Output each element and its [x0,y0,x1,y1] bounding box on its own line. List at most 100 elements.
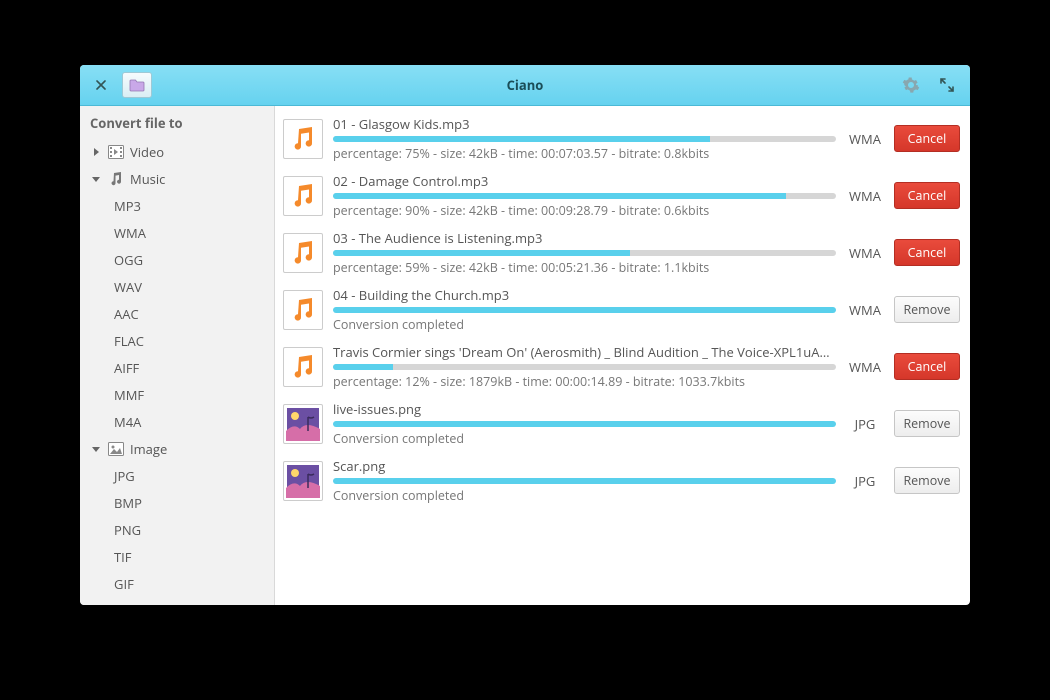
app-title: Ciano [80,76,970,94]
list-item: 02 - Damage Control.mp3 percentage: 90% -… [283,167,960,224]
close-button[interactable] [90,74,112,96]
maximize-button[interactable] [936,74,958,96]
music-note-icon [283,347,323,387]
sidebar-group-label: Image [130,440,167,458]
sidebar-group-label: Video [130,143,164,161]
sidebar-item-label: AIFF [114,359,139,377]
sidebar-item-flac[interactable]: FLAC [86,327,274,354]
sidebar-item-label: MP3 [114,197,141,215]
video-icon [108,144,124,160]
target-format-label: WMA [846,244,884,262]
row-main: live-issues.png Conversion completed [333,400,836,447]
music-note-icon [283,290,323,330]
status-label: percentage: 90% - size: 42kB - time: 00:… [333,202,836,219]
cancel-button[interactable]: Cancel [894,182,960,209]
row-main: 02 - Damage Control.mp3 percentage: 90% -… [333,172,836,219]
image-thumb-icon [283,404,323,444]
remove-button[interactable]: Remove [894,296,960,323]
cancel-button[interactable]: Cancel [894,239,960,266]
chevron-down-icon[interactable] [90,443,102,455]
row-main: Scar.png Conversion completed [333,457,836,504]
music-note-icon [283,233,323,273]
sidebar-group-label: Music [130,170,165,188]
image-icon [108,441,124,457]
sidebar-item-label: FLAC [114,332,144,350]
sidebar-item-aac[interactable]: AAC [86,300,274,327]
sidebar-item-label: TIF [114,548,132,566]
titlebar-actions [900,74,970,96]
sidebar-group-music[interactable]: Music [86,165,274,192]
sidebar-item-bmp[interactable]: BMP [86,489,274,516]
titlebar: Ciano [80,65,970,106]
image-thumb-icon [283,461,323,501]
row-main: 01 - Glasgow Kids.mp3percentage: 75% - s… [333,115,836,162]
sidebar-item-png[interactable]: PNG [86,516,274,543]
status-label: Conversion completed [333,487,836,504]
cancel-button[interactable]: Cancel [894,353,960,380]
sidebar-item-label: AAC [114,305,139,323]
progress-fill [333,307,836,313]
open-folder-button[interactable] [122,72,152,98]
sidebar-item-jpg[interactable]: JPG [86,462,274,489]
list-item: 04 - Building the Church.mp3 Conversion c… [283,281,960,338]
status-label: Conversion completed [333,430,836,447]
progress-bar [333,250,836,256]
chevron-down-icon[interactable] [90,173,102,185]
sidebar-group-video[interactable]: Video [86,138,274,165]
status-label: Conversion completed [333,316,836,333]
progress-bar [333,364,836,370]
sidebar-item-wav[interactable]: WAV [86,273,274,300]
close-icon [96,80,106,90]
cancel-button[interactable]: Cancel [894,125,960,152]
progress-bar [333,136,836,142]
conversion-list: 01 - Glasgow Kids.mp3percentage: 75% - s… [275,106,970,605]
remove-button[interactable]: Remove [894,410,960,437]
row-main: Travis Cormier sings 'Dream On' (Aerosmi… [333,343,836,390]
sidebar-item-mp3[interactable]: MP3 [86,192,274,219]
expand-icon [940,78,954,92]
progress-fill [333,421,836,427]
status-label: percentage: 12% - size: 1879kB - time: 0… [333,373,836,390]
sidebar: Convert file to Video Music MP3 WMA OGG WAV AA… [80,106,275,605]
progress-fill [333,193,786,199]
folder-icon [129,78,145,92]
list-item: 03 - The Audience is Listening.mp3percen… [283,224,960,281]
sidebar-title: Convert file to [86,114,274,138]
sidebar-item-ogg[interactable]: OGG [86,246,274,273]
list-item: Scar.png Conversion completed JPG Remove [283,452,960,509]
sidebar-item-label: OGG [114,251,143,269]
row-main: 03 - The Audience is Listening.mp3percen… [333,229,836,276]
filename-label: Scar.png [333,457,836,475]
sidebar-item-wma[interactable]: WMA [86,219,274,246]
chevron-right-icon[interactable] [90,146,102,158]
sidebar-item-mmf[interactable]: MMF [86,381,274,408]
sidebar-item-label: M4A [114,413,141,431]
filename-label: 02 - Damage Control.mp3 [333,172,836,190]
remove-button[interactable]: Remove [894,467,960,494]
sidebar-item-gif[interactable]: GIF [86,570,274,597]
progress-bar [333,193,836,199]
list-item: live-issues.pngConversion completedJPGRe… [283,395,960,452]
window-body: Convert file to Video Music MP3 WMA OGG WAV AA… [80,106,970,605]
target-format-label: JPG [846,472,884,490]
sidebar-item-aiff[interactable]: AIFF [86,354,274,381]
list-item: 01 - Glasgow Kids.mp3percentage: 75% - s… [283,110,960,167]
sidebar-group-image[interactable]: Image [86,435,274,462]
filename-label: live-issues.png [333,400,836,418]
filename-label: 04 - Building the Church.mp3 [333,286,836,304]
progress-bar [333,478,836,484]
gear-icon [902,76,920,94]
sidebar-item-m4a[interactable]: M4A [86,408,274,435]
sidebar-item-label: JPG [114,467,135,485]
progress-fill [333,364,393,370]
music-icon [108,171,124,187]
filename-label: Travis Cormier sings 'Dream On' (Aerosmi… [333,343,836,361]
sidebar-item-label: WAV [114,278,142,296]
sidebar-item-label: BMP [114,494,142,512]
sidebar-item-tif[interactable]: TIF [86,543,274,570]
filename-label: 01 - Glasgow Kids.mp3 [333,115,836,133]
progress-fill [333,250,630,256]
list-item: Travis Cormier sings 'Dream On' (Aerosmi… [283,338,960,395]
settings-button[interactable] [900,74,922,96]
progress-fill [333,136,710,142]
